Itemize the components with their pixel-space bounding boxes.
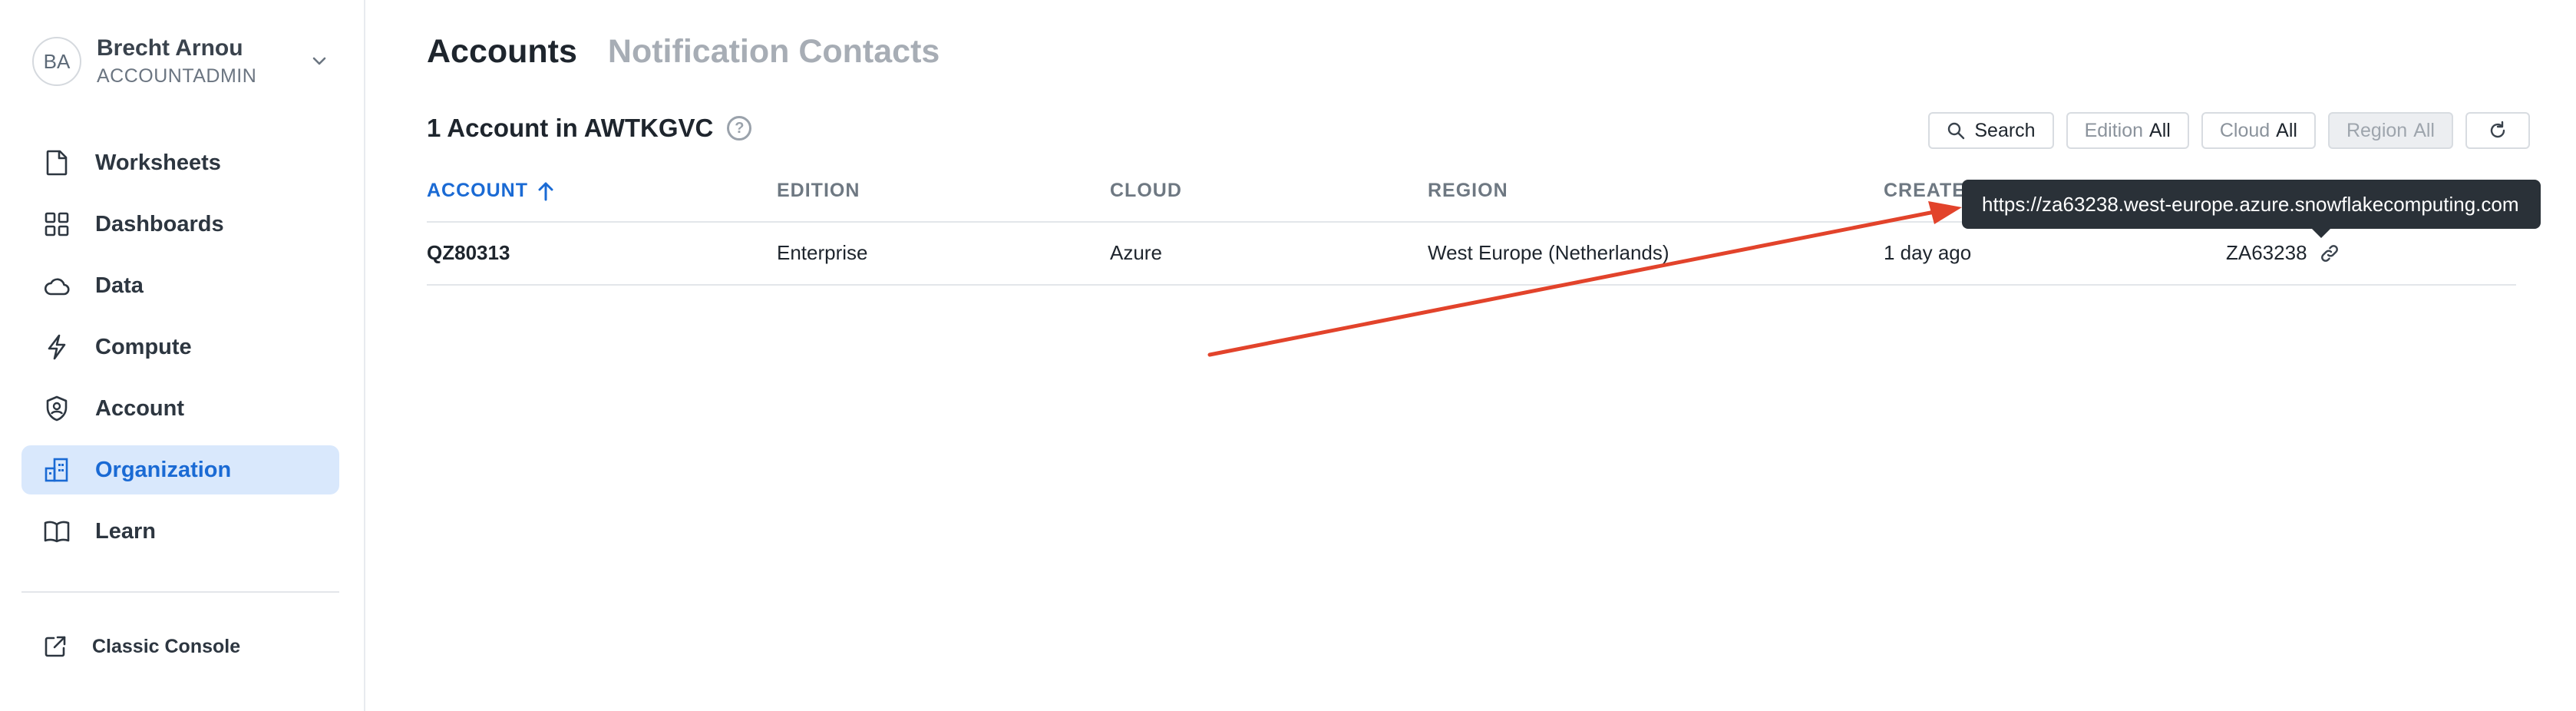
nav-label: Account — [95, 395, 184, 421]
cell-locator: ZA63238 — [2226, 241, 2340, 265]
tab-bar: Accounts Notification Contacts — [427, 31, 970, 72]
column-header-edition[interactable]: EDITION — [777, 180, 860, 202]
filter-value: All — [2149, 119, 2171, 141]
region-filter[interactable]: Region All — [2327, 112, 2453, 149]
classic-console-link[interactable]: Classic Console — [43, 634, 240, 659]
tooltip-arrow — [2310, 227, 2332, 238]
url-tooltip: https://za63238.west-europe.azure.snowfl… — [1962, 180, 2541, 229]
search-icon — [1948, 122, 1965, 140]
nav-label: Dashboards — [95, 211, 224, 236]
locator-text: ZA63238 — [2226, 241, 2307, 264]
cell-created: 1 day ago — [1884, 241, 1972, 264]
search-label: Search — [1974, 119, 2036, 141]
tab-accounts[interactable]: Accounts — [427, 31, 577, 72]
nav-label: Organization — [95, 457, 232, 482]
cell-account[interactable]: QZ80313 — [427, 241, 510, 265]
column-header-region[interactable]: REGION — [1428, 180, 1508, 202]
user-name: Brecht Arnou — [97, 35, 243, 61]
chevron-down-icon[interactable] — [307, 49, 332, 74]
page-title: 1 Account in AWTKGVC — [427, 114, 714, 142]
lightning-icon — [43, 333, 71, 361]
refresh-button[interactable] — [2465, 112, 2530, 149]
filter-key: Edition — [2084, 119, 2144, 141]
user-role: ACCOUNTADMIN — [97, 65, 257, 87]
tab-notification-contacts[interactable]: Notification Contacts — [608, 31, 940, 72]
grid-icon — [43, 210, 71, 238]
shield-user-icon — [43, 395, 71, 422]
filter-key: Cloud — [2219, 119, 2271, 141]
filter-value: All — [2276, 119, 2297, 141]
nav-label: Compute — [95, 334, 192, 359]
table-row[interactable]: QZ80313 Enterprise Azure West Europe (Ne… — [427, 223, 2516, 286]
book-icon — [43, 518, 71, 545]
refresh-icon — [2490, 121, 2505, 138]
nav-divider — [21, 591, 339, 593]
link-icon[interactable] — [2320, 243, 2340, 263]
classic-console-label: Classic Console — [92, 635, 241, 657]
filter-key: Region — [2346, 119, 2408, 141]
building-icon — [43, 456, 71, 484]
nav-item-learn[interactable]: Learn — [21, 507, 339, 556]
cell-edition: Enterprise — [777, 241, 868, 264]
nav-label: Learn — [95, 518, 156, 544]
cloud-filter[interactable]: Cloud All — [2201, 112, 2316, 149]
cloud-icon — [43, 272, 71, 299]
help-icon[interactable]: ? — [727, 116, 752, 141]
file-icon — [43, 149, 71, 177]
filter-bar: Search Edition All Cloud All Region All — [1916, 112, 2530, 149]
external-link-icon — [45, 636, 66, 657]
avatar: BA — [32, 37, 81, 86]
user-info: Brecht Arnou ACCOUNTADMIN — [97, 34, 256, 89]
main-content: Accounts Notification Contacts 1 Account… — [367, 0, 2576, 711]
arrow-up-icon — [538, 182, 553, 200]
accounts-count-header: 1 Account in AWTKGVC ? — [427, 114, 752, 143]
nav-label: Worksheets — [95, 150, 221, 175]
nav-label: Data — [95, 273, 144, 298]
nav-item-compute[interactable]: Compute — [21, 322, 339, 372]
column-label: ACCOUNT — [427, 180, 528, 201]
nav-item-worksheets[interactable]: Worksheets — [21, 138, 339, 187]
cell-region: West Europe (Netherlands) — [1428, 241, 1669, 264]
edition-filter[interactable]: Edition All — [2066, 112, 2189, 149]
cell-cloud: Azure — [1110, 241, 1162, 264]
nav-item-account[interactable]: Account — [21, 384, 339, 433]
main-nav: Worksheets Dashboards Data Compute Accou… — [21, 138, 339, 568]
nav-item-dashboards[interactable]: Dashboards — [21, 200, 339, 249]
nav-item-organization[interactable]: Organization — [21, 445, 339, 494]
sidebar: BA Brecht Arnou ACCOUNTADMIN Worksheets … — [0, 0, 365, 711]
user-menu[interactable]: BA Brecht Arnou ACCOUNTADMIN — [32, 34, 332, 89]
column-header-cloud[interactable]: CLOUD — [1110, 180, 1182, 202]
filter-value: All — [2413, 119, 2435, 141]
column-header-account[interactable]: ACCOUNT — [427, 180, 554, 202]
search-button[interactable]: Search — [1928, 112, 2054, 149]
nav-item-data[interactable]: Data — [21, 261, 339, 310]
